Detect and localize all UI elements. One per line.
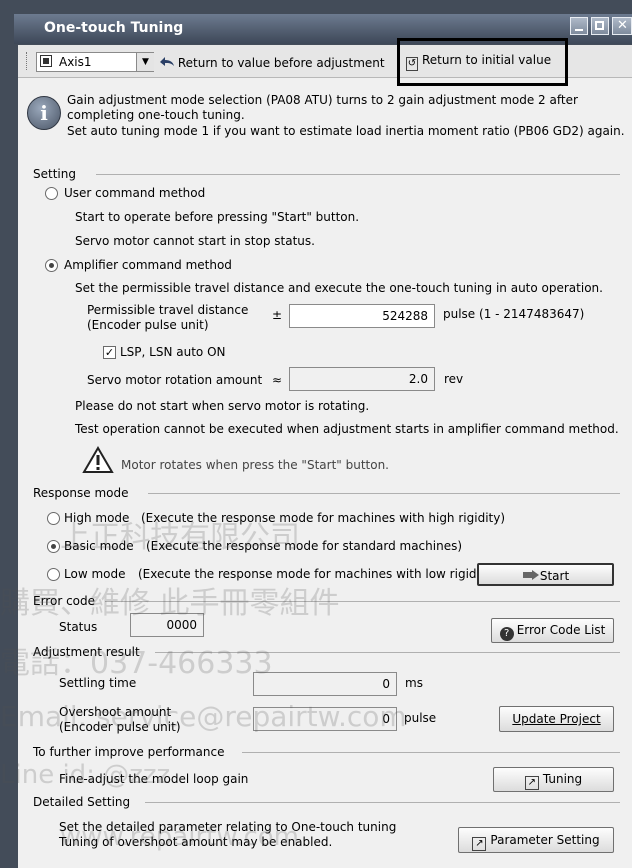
result-divider [155,652,620,653]
return-before-button[interactable]: Return to value before adjustment [158,53,385,73]
response-group-label: Response mode [33,486,129,500]
error-code-list-label: Error Code List [516,623,606,637]
axis-value: Axis1 [59,55,92,69]
improve-divider [242,752,620,753]
detailed-divider [145,802,620,803]
basic-mode-radio[interactable] [47,540,60,553]
settling-time-unit: ms [405,676,423,690]
axis-icon [40,55,52,67]
parameter-setting-label: Parameter Setting [490,833,600,847]
low-mode-desc: (Execute the response mode for machines … [138,567,497,581]
basic-mode-desc: (Execute the response mode for standard … [146,539,463,553]
setting-divider [96,174,620,175]
rotation-amount-field: 2.0 [289,367,435,391]
close-button[interactable]: ✕ [612,17,632,35]
overshoot-unit-label: (Encoder pulse unit) [59,720,181,734]
user-command-desc-2: Servo motor cannot start in stop status. [75,234,315,248]
error-divider [105,601,620,602]
result-group-label: Adjustment result [33,645,140,659]
caution-text: Motor rotates when press the "Start" but… [121,458,389,472]
status-label: Status [59,620,98,634]
plus-minus-sign: ± [272,308,283,322]
travel-distance-unit: pulse (1 - 2147483647) [443,307,585,321]
tuning-button[interactable]: ↗ Tuning [493,767,614,792]
minimize-button[interactable] [570,17,588,35]
info-icon: i [27,96,61,130]
toolbar-grip [26,52,29,70]
detailed-group-label: Detailed Setting [33,795,131,809]
warning-line-2: Test operation cannot be executed when a… [75,422,619,436]
settling-time-label: Settling time [59,676,137,690]
high-mode-label: High mode [64,511,130,525]
maximize-button[interactable] [591,17,609,35]
highlight-box [397,38,568,86]
start-label: Start [539,569,570,583]
basic-mode-label: Basic mode [64,539,134,553]
travel-distance-unit-label: (Encoder pulse unit) [87,318,209,332]
overshoot-label: Overshoot amount [59,705,172,719]
high-mode-desc: (Execute the response mode for machines … [141,511,506,525]
setting-group-label: Setting [33,167,76,181]
help-icon: ? [499,627,514,641]
lsp-lsn-checkbox[interactable]: ✓ [103,346,116,359]
info-line-2: completing one-touch tuning. [67,108,245,122]
error-code-list-button[interactable]: ? Error Code List [491,618,614,643]
status-field: 0000 [130,613,204,637]
settling-time-field: 0 [253,672,397,696]
start-button[interactable]: Start [477,563,614,586]
external-link-icon: ↗ [472,837,487,851]
overshoot-field: 0 [253,707,397,731]
warning-line-1: Please do not start when servo motor is … [75,399,370,413]
window-title: One-touch Tuning [44,20,184,36]
update-project-button[interactable]: Update Project [499,706,614,732]
travel-distance-input[interactable]: 524288 [289,304,435,328]
info-line-3: Set auto tuning mode 1 if you want to es… [67,124,625,138]
external-link-icon: ↗ [524,776,539,790]
parameter-setting-button[interactable]: ↗ Parameter Setting [458,827,614,853]
close-icon: ✕ [617,18,628,33]
approx-sign: ≈ [272,373,283,387]
amplifier-command-desc: Set the permissible travel distance and … [75,281,603,295]
caution-icon [82,446,114,474]
tuning-label: Tuning [542,772,583,786]
detailed-desc-1: Set the detailed parameter relating to O… [59,820,397,834]
response-divider [148,493,620,494]
high-mode-radio[interactable] [47,512,60,525]
user-command-desc-1: Start to operate before pressing "Start"… [75,210,360,224]
info-line-1: Gain adjustment mode selection (PA08 ATU… [67,93,578,107]
error-group-label: Error code [33,594,96,608]
rotation-unit: rev [444,372,464,386]
amplifier-command-label: Amplifier command method [64,258,232,272]
improve-group-label: To further improve performance [33,745,225,759]
amplifier-command-radio[interactable] [45,259,58,272]
low-mode-radio[interactable] [47,568,60,581]
overshoot-unit: pulse [404,711,437,725]
undo-arrow-icon [158,54,174,66]
return-before-label: Return to value before adjustment [177,56,385,70]
low-mode-label: Low mode [64,567,126,581]
rotation-amount-label: Servo motor rotation amount [87,373,263,387]
travel-distance-label: Permissible travel distance [87,303,249,317]
improve-desc: Fine-adjust the model loop gain [59,772,249,786]
detailed-desc-2: Tuning of overshoot amount may be enable… [59,835,333,849]
play-arrow-icon [522,565,540,587]
chevron-down-icon[interactable]: ▼ [136,53,154,71]
user-command-label: User command method [64,186,206,200]
user-command-radio[interactable] [45,187,58,200]
lsp-lsn-label: LSP, LSN auto ON [120,345,226,359]
